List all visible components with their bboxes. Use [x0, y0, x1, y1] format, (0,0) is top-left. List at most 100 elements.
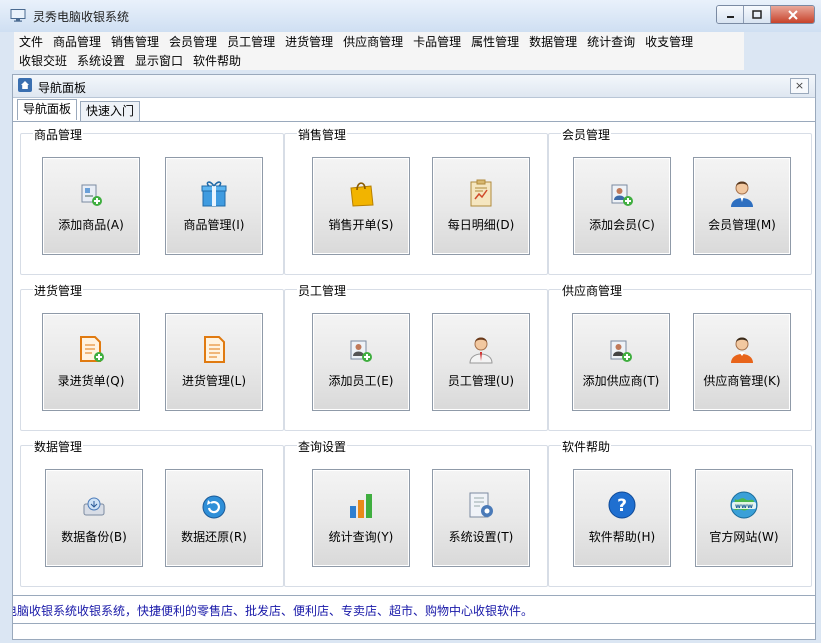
software-help-button[interactable]: ? 软件帮助(H)	[573, 469, 671, 567]
group-member-management: 会员管理 添加会员(C) 会员管理(M)	[548, 126, 812, 275]
group-purchase-management: 进货管理 录进货单(Q) 进货管理(L)	[20, 282, 284, 431]
restore-icon	[202, 495, 226, 519]
backup-disk-icon	[83, 497, 105, 516]
tab-quick-start[interactable]: 快速入门	[80, 101, 141, 121]
menu-member[interactable]: 会员管理	[164, 33, 222, 50]
gift-box-icon	[201, 181, 227, 207]
add-supplier-button[interactable]: 添加供应商(T)	[572, 313, 670, 411]
enter-purchase-order-button[interactable]: 录进货单(Q)	[42, 313, 140, 411]
menu-shift-handover[interactable]: 收银交班	[14, 52, 72, 69]
group-supplier-management: 供应商管理 添加供应商(T) 供应商管理(K)	[548, 282, 812, 431]
bar-chart-icon	[350, 494, 372, 518]
menu-file[interactable]: 文件	[14, 33, 48, 50]
close-icon	[787, 9, 798, 20]
group-title: 软件帮助	[561, 438, 612, 455]
data-restore-button[interactable]: 数据还原(R)	[165, 469, 263, 567]
menu-card[interactable]: 卡品管理	[408, 33, 466, 50]
menu-help[interactable]: 软件帮助	[188, 52, 246, 69]
svg-text:?: ?	[617, 496, 627, 516]
menu-employee[interactable]: 员工管理	[222, 33, 280, 50]
member-management-button[interactable]: 会员管理(M)	[693, 157, 791, 255]
official-website-button[interactable]: www 官方网站(W)	[695, 469, 793, 567]
add-employee-button[interactable]: 添加员工(E)	[312, 313, 410, 411]
data-backup-button[interactable]: 数据备份(B)	[45, 469, 143, 567]
supplier-management-button[interactable]: 供应商管理(K)	[693, 313, 791, 411]
employee-person-icon	[469, 337, 493, 364]
button-label: 会员管理(M)	[708, 218, 776, 232]
group-title: 查询设置	[297, 438, 348, 455]
member-person-icon	[731, 181, 753, 207]
employee-management-button[interactable]: 员工管理(U)	[432, 313, 530, 411]
button-label: 软件帮助(H)	[588, 530, 656, 544]
group-title: 进货管理	[33, 282, 84, 299]
tab-navigation-panel[interactable]: 导航面板	[17, 99, 78, 120]
menu-row-2: 收银交班 系统设置 显示窗口 软件帮助	[14, 51, 744, 70]
button-label: 进货管理(L)	[181, 374, 247, 388]
panel-header: 导航面板 ×	[13, 75, 815, 98]
menu-purchase[interactable]: 进货管理	[280, 33, 338, 50]
menu-income-expense[interactable]: 收支管理	[640, 33, 698, 50]
window-controls	[716, 5, 815, 24]
panel-close-button[interactable]: ×	[790, 78, 809, 94]
group-product-management: 商品管理 添加商品(A) 商品管理(I)	[20, 126, 284, 275]
menu-window[interactable]: 显示窗口	[130, 52, 188, 69]
maximize-icon	[752, 10, 762, 19]
add-product-icon	[81, 184, 102, 206]
add-member-button[interactable]: 添加会员(C)	[573, 157, 671, 255]
navigation-panel: 导航面板 × 导航面板 快速入门 商品管理 添加商品(A) 商品管理(I) 销售…	[12, 74, 816, 640]
menu-data[interactable]: 数据管理	[524, 33, 582, 50]
button-label: 供应商管理(K)	[703, 374, 781, 388]
button-label: 数据备份(B)	[61, 530, 127, 544]
button-label: 销售开单(S)	[328, 218, 394, 232]
window-title: 灵秀电脑收银系统	[33, 10, 130, 24]
group-sales-management: 销售管理 销售开单(S) 每日明细(D)	[284, 126, 548, 275]
maximize-button[interactable]	[744, 6, 771, 23]
button-label: 添加供应商(T)	[582, 374, 660, 388]
group-title: 数据管理	[33, 438, 84, 455]
minimize-button[interactable]	[717, 6, 744, 23]
product-management-button[interactable]: 商品管理(I)	[165, 157, 263, 255]
button-label: 系统设置(T)	[448, 530, 514, 544]
button-label: 数据还原(R)	[181, 530, 247, 544]
menu-statistics[interactable]: 统计查询	[582, 33, 640, 50]
menu-bar: 文件 商品管理 销售管理 会员管理 员工管理 进货管理 供应商管理 卡品管理 属…	[14, 32, 744, 70]
add-document-icon	[80, 336, 104, 362]
button-label: 录进货单(Q)	[57, 374, 125, 388]
system-settings-button[interactable]: 系统设置(T)	[432, 469, 530, 567]
sales-order-button[interactable]: 销售开单(S)	[312, 157, 410, 255]
button-label: 统计查询(Y)	[328, 530, 394, 544]
menu-sales[interactable]: 销售管理	[106, 33, 164, 50]
daily-detail-button[interactable]: 每日明细(D)	[432, 157, 530, 255]
settings-doc-icon	[469, 492, 493, 518]
document-list-icon	[204, 336, 225, 363]
title-bar: 灵秀电脑收银系统	[0, 0, 821, 32]
menu-attribute[interactable]: 属性管理	[466, 33, 524, 50]
close-button[interactable]	[771, 6, 814, 23]
menu-supplier[interactable]: 供应商管理	[338, 33, 408, 50]
clipboard-chart-icon	[470, 179, 492, 207]
supplier-person-icon	[731, 337, 753, 363]
statistics-query-button[interactable]: 统计查询(Y)	[312, 469, 410, 567]
group-employee-management: 员工管理 添加员工(E) 员工管理(U)	[284, 282, 548, 431]
status-marquee-text: 电脑收银系统收银系统，快捷便利的零售店、批发店、便利店、专卖店、超市、购物中心收…	[13, 604, 534, 618]
group-query-settings: 查询设置 统计查询(Y) 系统设置(T)	[284, 438, 548, 587]
group-title: 供应商管理	[561, 282, 624, 299]
group-title: 员工管理	[297, 282, 348, 299]
add-product-button[interactable]: 添加商品(A)	[42, 157, 140, 255]
menu-product[interactable]: 商品管理	[48, 33, 106, 50]
button-label: 添加商品(A)	[58, 218, 124, 232]
button-label: 商品管理(I)	[183, 218, 245, 232]
group-title: 商品管理	[33, 126, 84, 143]
menu-system-settings[interactable]: 系统设置	[72, 52, 130, 69]
svg-text:www: www	[735, 502, 753, 510]
group-title: 销售管理	[297, 126, 348, 143]
button-label: 每日明细(D)	[447, 218, 515, 232]
help-icon: ?	[608, 491, 636, 519]
add-member-icon	[611, 184, 633, 206]
group-title: 会员管理	[561, 126, 612, 143]
status-bar: 电脑收银系统收银系统，快捷便利的零售店、批发店、便利店、专卖店、超市、购物中心收…	[13, 595, 815, 624]
purchase-management-button[interactable]: 进货管理(L)	[165, 313, 263, 411]
add-supplier-icon	[610, 340, 632, 362]
button-label: 添加会员(C)	[589, 218, 655, 232]
add-employee-icon	[350, 340, 372, 362]
